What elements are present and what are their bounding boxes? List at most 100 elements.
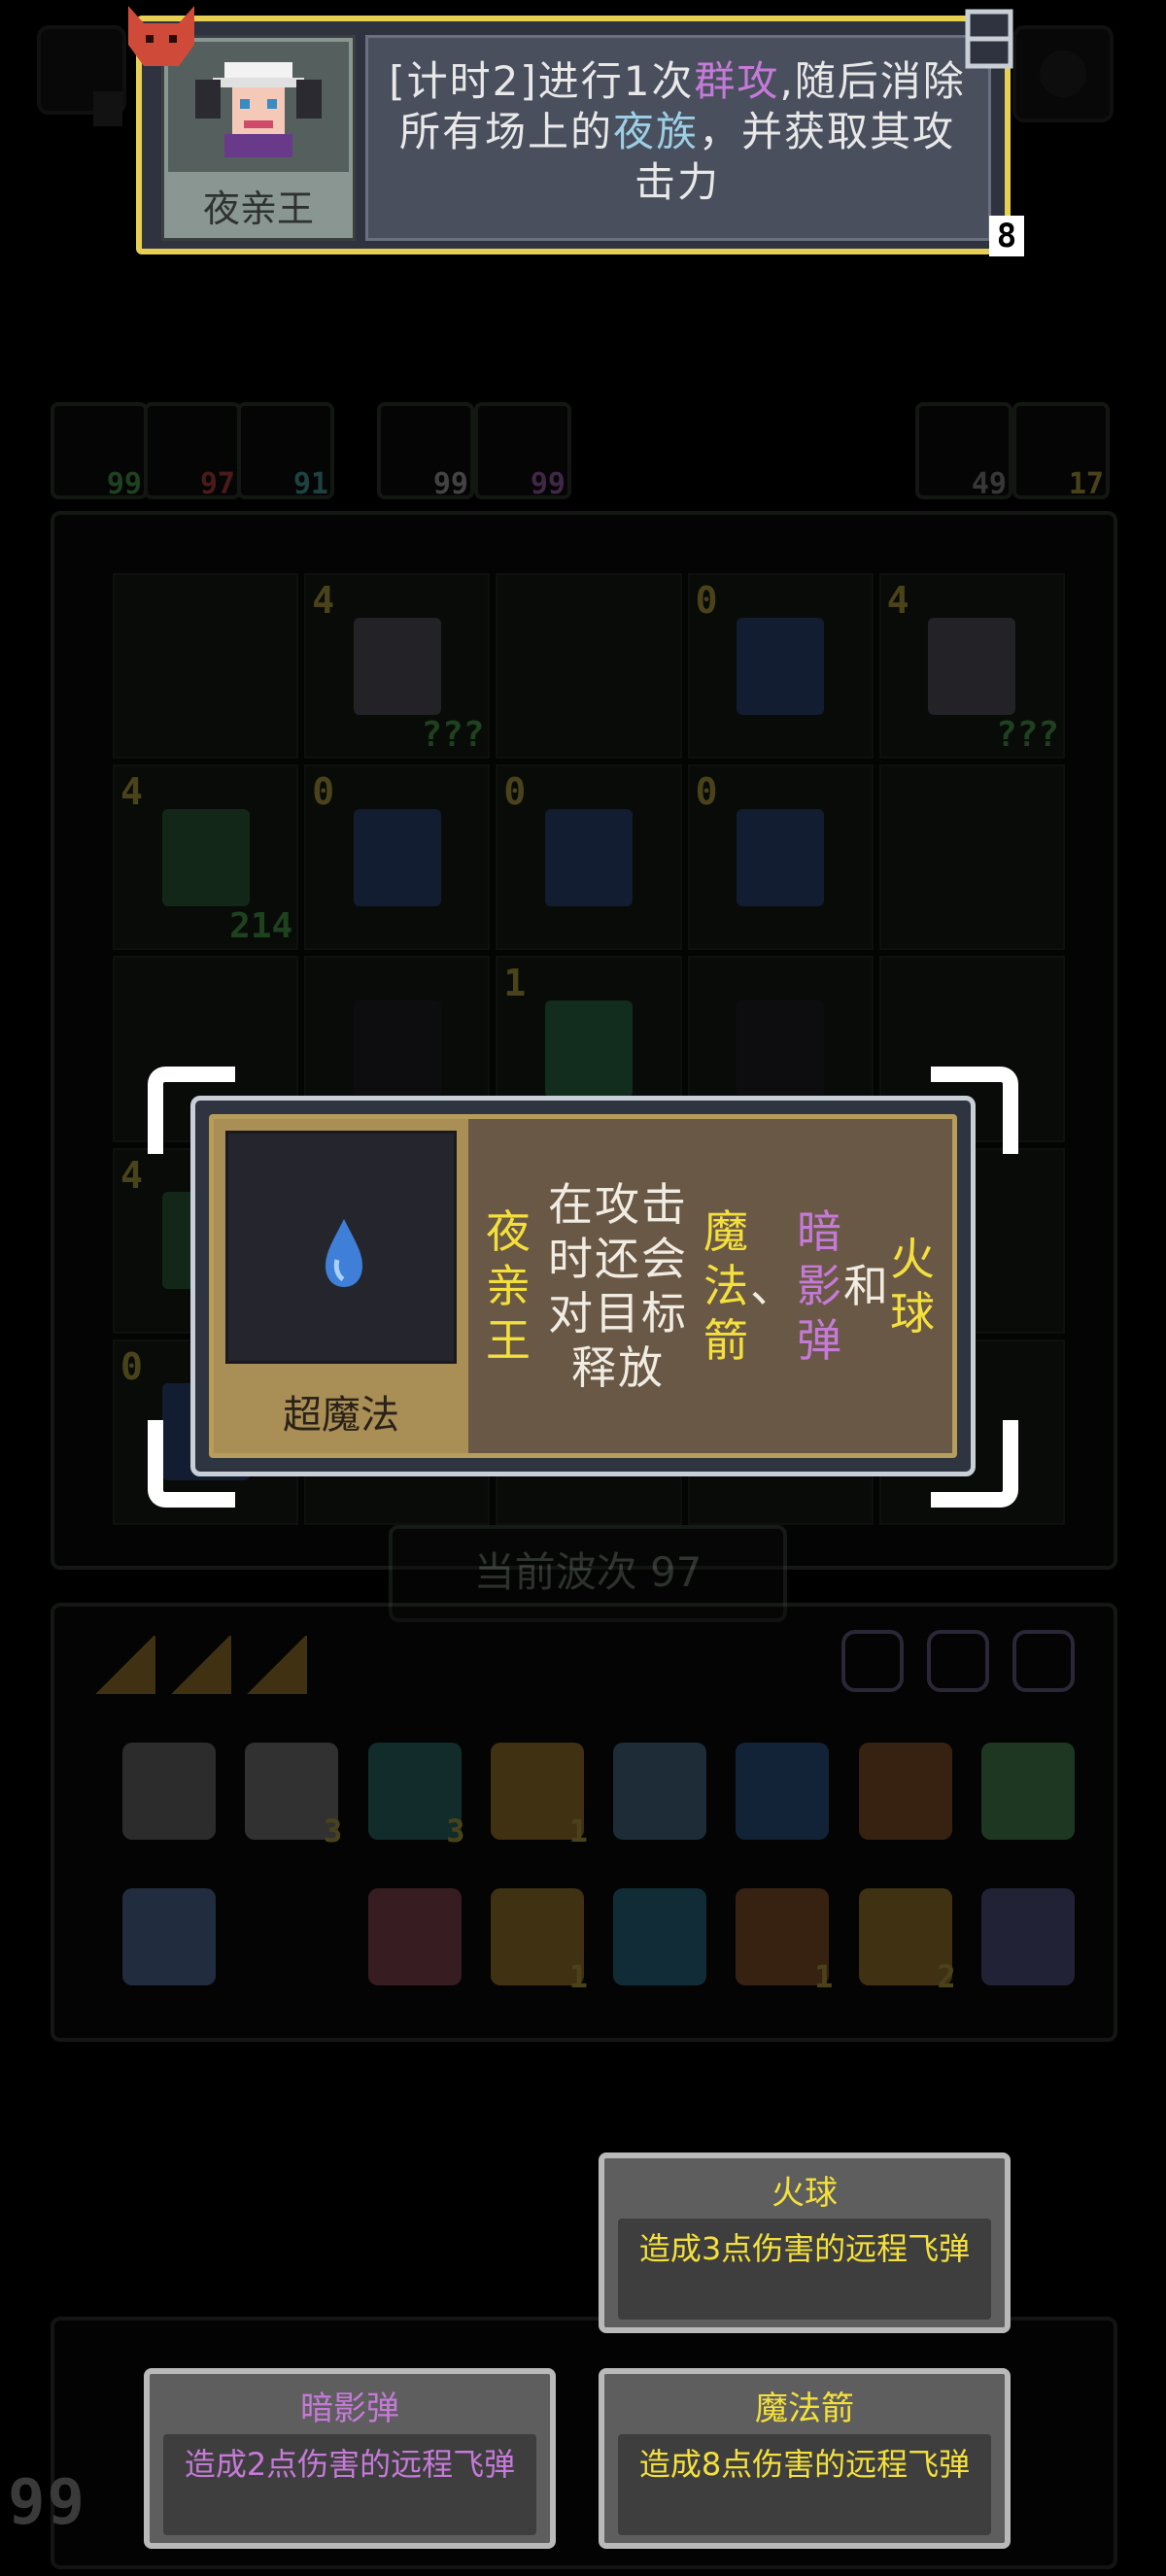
board-cell[interactable]: 0 [496,764,682,951]
tooltip-desc-segment: 夜亲王 [486,1205,532,1367]
fireball-title: 火球 [772,2174,838,2213]
tooltip-inner: 超魔法 夜亲王 在攻击时还会对目标释放 魔法箭、暗影弹和火球 [209,1114,957,1458]
fox-badge-icon [124,6,198,70]
wing-icon[interactable]: 99 [377,402,474,501]
speed-chevrons [93,1636,307,1694]
tooltip-desc-segment: 暗影弹 [797,1205,843,1367]
shadow-bolt-card[interactable]: 暗影弹 造成2点伤害的远程飞弹 [144,2368,556,2549]
board-cell[interactable]: 4 214 [113,764,299,951]
stat-value: 17 [1068,467,1104,501]
donut-icon[interactable] [927,1630,989,1692]
box-unit-sprite [353,808,441,906]
box-unit-sprite [737,808,825,906]
stat-value: 97 [199,467,235,501]
level-display: 99 [8,2467,87,2539]
frame-icon[interactable] [1012,1630,1075,1692]
unit-card-counter: 8 [989,216,1024,256]
inventory-panel: 3 3 1 1 1 2 [51,1603,1117,2042]
fireball-description: 造成3点伤害的远程飞弹 [618,2219,991,2320]
drop-icon[interactable] [736,1743,830,1840]
barrel-icon[interactable]: 1 [736,1888,833,1995]
fireball-card[interactable]: 火球 造成3点伤害的远程飞弹 [599,2152,1011,2333]
heart-gem-icon[interactable]: 3 [367,1743,465,1849]
board-cell[interactable]: 4??? [304,573,491,760]
item-tooltip[interactable]: 超魔法 夜亲王 在攻击时还会对目标释放 魔法箭、暗影弹和火球 [190,1096,976,1476]
unit-level: 4 [886,579,909,622]
item-description: 夜亲王 在攻击时还会对目标释放 魔法箭、暗影弹和火球 [468,1119,954,1453]
shadow-unit-sprite [353,1000,441,1098]
unit-level: 4 [312,579,335,622]
unit-level: 0 [695,579,718,622]
unit-level: 1 [503,962,527,1005]
scroll-icon[interactable] [122,1743,216,1840]
knight-unit-sprite [353,617,441,715]
unit-name-label: 夜亲王 [202,187,314,230]
item-count: 3 [324,1813,343,1849]
box-unit-sprite [544,808,633,906]
ring-icon[interactable]: 1 [490,1743,588,1849]
cookie-icon[interactable] [841,1630,904,1692]
arrow-icon[interactable] [367,1888,462,1985]
stat-value: 99 [106,467,142,501]
item-icon-box [225,1131,457,1364]
knight-green-unit-sprite [161,808,250,906]
magic-arrow-card[interactable]: 魔法箭 造成8点伤害的远程飞弹 [599,2368,1011,2549]
tower-unit-sprite [544,1000,633,1098]
unit-attack: 214 [229,906,293,947]
unit-level: 4 [120,770,143,814]
board-cell[interactable] [496,573,682,760]
unit-info-card: 夜亲王 [计时2]进行1次群攻,随后消除所有场上的夜族，并获取其攻击力 [136,16,1011,254]
unit-level: 4 [120,1153,143,1197]
board-cell[interactable] [878,764,1065,951]
feather-icon[interactable] [613,1743,707,1840]
potion-icon[interactable]: 2 [858,1888,956,1995]
board-cell[interactable] [113,573,299,760]
key-icon[interactable] [980,1888,1075,1985]
unit-attack: ??? [995,715,1059,756]
empty-slot[interactable] [245,1888,339,1985]
unit-attack: ??? [421,715,485,756]
boot-icon[interactable] [613,1888,707,1985]
inventory-tool-icons [841,1630,1075,1692]
shadow-bolt-description: 造成2点伤害的远程飞弹 [163,2434,536,2535]
stat-value: 99 [432,467,468,501]
lightning-icon[interactable]: 99 [474,402,571,501]
item-count: 2 [937,1958,956,1995]
magic-arrow-title: 魔法箭 [755,2390,854,2428]
chevron-icon[interactable] [93,1636,155,1694]
bolt-icon[interactable]: 17 [1012,402,1110,501]
ribbon-bookmark-icon [962,8,1016,72]
unit-level: 0 [312,770,335,814]
scroll-gold-icon[interactable]: 1 [490,1888,588,1995]
unit-skill-description: [计时2]进行1次群攻,随后消除所有场上的夜族，并获取其攻击力 [379,56,976,208]
crown-icon[interactable] [858,1743,952,1840]
tooltip-desc-segment: 、 [750,1260,797,1312]
item-count: 1 [568,1813,588,1849]
chevron-icon[interactable] [245,1636,307,1694]
magic-arrow-description: 造成8点伤害的远程飞弹 [618,2434,991,2535]
item-count: 1 [568,1958,588,1995]
board-cell[interactable]: 0 [687,573,874,760]
board-cell[interactable]: 0 [687,764,874,951]
tooltip-desc-segment: 和 [843,1260,890,1312]
skill-text-segment: 夜族 [612,108,699,155]
wand-icon[interactable] [980,1743,1075,1840]
stat-value: 49 [971,467,1007,501]
board-cell[interactable]: 0 [304,764,491,951]
tooltip-icon-column: 超魔法 [214,1119,468,1453]
swirl-icon[interactable]: 91 [237,402,334,501]
chevron-icon[interactable] [169,1636,231,1694]
shadow-unit-sprite [737,1000,825,1098]
leaf-icon[interactable]: 99 [51,402,148,501]
flame-icon[interactable] [122,1888,216,1985]
unit-level: 0 [503,770,527,814]
paper-icon[interactable]: 3 [245,1743,342,1849]
undo-icon[interactable]: 49 [915,402,1012,501]
top-left-hud-icon [35,23,128,130]
unit-level: 0 [120,1344,143,1388]
top-right-hud-icon [1011,23,1117,130]
inventory-row-2: 1 1 2 [122,1888,1075,1995]
item-name-label: 超魔法 [283,1393,399,1438]
board-cell[interactable]: 4??? [878,573,1065,760]
plus-icon[interactable]: 97 [144,402,241,501]
